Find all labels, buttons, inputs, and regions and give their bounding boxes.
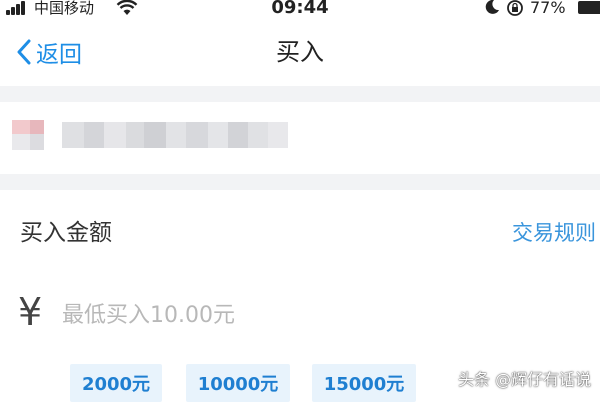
moon-icon (485, 0, 499, 14)
watermark: 头条 @辉仔有话说 (458, 370, 592, 389)
fund-info-row[interactable] (0, 102, 600, 174)
status-bar: 中国移动 09:44 77% (0, 0, 600, 20)
section-divider (0, 174, 600, 190)
trading-rules-link[interactable]: 交易规则 (512, 218, 596, 248)
amount-section: 买入金额 交易规则 ¥ 2000元 10000元 15000元 (0, 190, 600, 402)
battery-icon (578, 1, 600, 14)
quick-amount-15000-button[interactable]: 15000元 (312, 364, 416, 402)
currency-symbol: ¥ (18, 290, 43, 334)
nav-bar: 返回 买入 (0, 20, 600, 86)
quick-amount-10000-button[interactable]: 10000元 (186, 364, 290, 402)
amount-input[interactable] (60, 294, 484, 336)
quick-amount-2000-button[interactable]: 2000元 (70, 364, 162, 402)
battery-percent: 77% (530, 0, 566, 17)
rotation-lock-icon (507, 0, 523, 16)
section-divider (0, 86, 600, 102)
page-title: 买入 (276, 38, 324, 66)
amount-label: 买入金额 (20, 220, 112, 246)
